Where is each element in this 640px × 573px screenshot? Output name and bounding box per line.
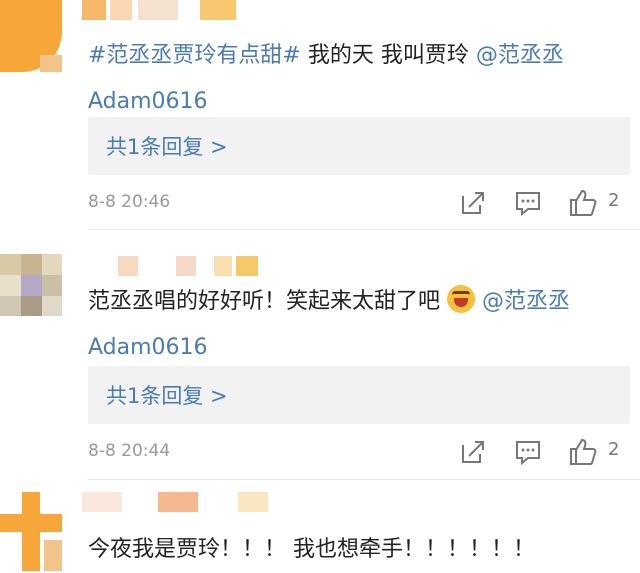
share-icon[interactable] — [458, 437, 488, 467]
username-blurred[interactable] — [82, 0, 242, 22]
laughing-crying-emoji-icon — [447, 285, 476, 313]
thumbs-up-icon[interactable] — [568, 437, 598, 467]
reply-count-label: 共1条回复 > — [106, 384, 228, 408]
like-count: 2 — [608, 439, 620, 460]
comment-body: 范丞丞唱的好好听！笑起来太甜了吧 — [88, 289, 441, 314]
avatar[interactable] — [0, 492, 62, 571]
comment-text: 今夜我是贾玲！！！ 我也想牵手！！！！！！ — [88, 527, 618, 573]
comment-text: 范丞丞唱的好好听！笑起来太甜了吧 @范丞丞Adam0616 — [88, 279, 618, 371]
username-blurred[interactable] — [82, 492, 292, 514]
reply-count-label: 共1条回复 > — [106, 135, 228, 159]
share-icon[interactable] — [458, 188, 488, 218]
like-count: 2 — [608, 190, 620, 211]
comment-item: #范丞丞贾玲有点甜# 我的天 我叫贾玲 @范丞丞Adam0616 共1条回复 >… — [0, 0, 640, 230]
comment-item: 范丞丞唱的好好听！笑起来太甜了吧 @范丞丞Adam0616 共1条回复 > 8-… — [0, 230, 640, 480]
reply-summary-button[interactable]: 共1条回复 > — [88, 366, 630, 424]
avatar[interactable] — [0, 0, 62, 72]
comment-item: 今夜我是贾玲！！！ 我也想牵手！！！！！！ — [0, 480, 640, 571]
username-blurred[interactable] — [118, 256, 268, 278]
timestamp: 8-8 20:46 — [88, 192, 171, 212]
comment-body: 我的天 我叫贾玲 — [300, 43, 476, 68]
comment-text: #范丞丞贾玲有点甜# 我的天 我叫贾玲 @范丞丞Adam0616 — [88, 33, 618, 125]
thumbs-up-icon[interactable] — [568, 188, 598, 218]
avatar[interactable] — [0, 254, 62, 316]
timestamp: 8-8 20:44 — [88, 441, 171, 461]
comment-actions: 2 — [458, 437, 628, 467]
comment-icon[interactable] — [513, 188, 543, 218]
comment-icon[interactable] — [513, 437, 543, 467]
reply-summary-button[interactable]: 共1条回复 > — [88, 117, 630, 175]
comment-body: 今夜我是贾玲！！！ 我也想牵手！！！！！！ — [88, 537, 535, 562]
hashtag-link[interactable]: #范丞丞贾玲有点甜# — [88, 43, 301, 68]
comment-actions: 2 — [458, 188, 628, 218]
